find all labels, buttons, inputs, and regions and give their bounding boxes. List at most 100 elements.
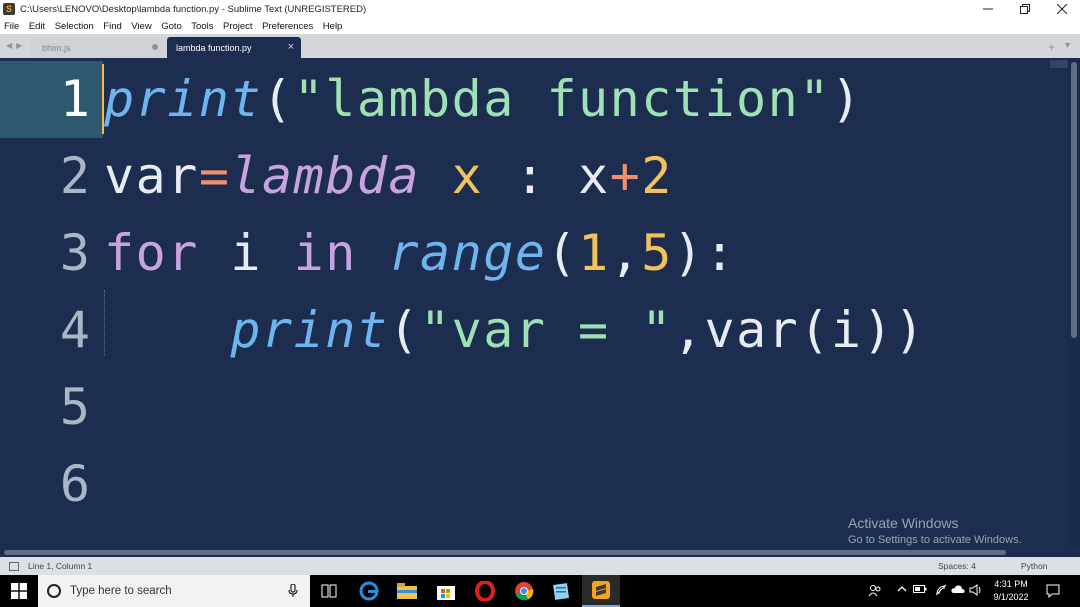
token-identifier: var xyxy=(104,147,199,205)
token-operator: = xyxy=(198,147,231,205)
menu-goto[interactable]: Goto xyxy=(161,21,182,32)
menu-selection[interactable]: Selection xyxy=(55,21,94,32)
search-placeholder: Type here to search xyxy=(70,585,172,597)
new-tab-icon[interactable]: + xyxy=(1048,40,1055,54)
tab-bhim-js[interactable]: bhim.js xyxy=(30,37,166,58)
code-line-4: print("var = ",var(i)) xyxy=(104,292,926,369)
tab-lambda-function-py[interactable]: lambda function.py × xyxy=(167,37,301,58)
volume-icon[interactable] xyxy=(969,584,983,599)
indentation-setting[interactable]: Spaces: 4 xyxy=(938,561,976,571)
store-icon[interactable] xyxy=(427,575,465,607)
tab-label: bhim.js xyxy=(42,42,71,53)
window-title: C:\Users\LENOVO\Desktop\lambda function.… xyxy=(20,3,367,15)
tab-prev-icon[interactable]: ◀ xyxy=(6,41,12,50)
horizontal-scrollbar[interactable] xyxy=(0,548,1080,557)
notification-center-icon[interactable] xyxy=(1046,584,1060,603)
watermark-title: Activate Windows xyxy=(848,515,959,531)
text-cursor xyxy=(102,64,104,134)
menu-file[interactable]: File xyxy=(4,21,19,32)
tab-bar-actions: + ▼ xyxy=(1048,40,1072,54)
microphone-icon[interactable] xyxy=(288,584,298,598)
token-paren: ( xyxy=(388,301,421,359)
syntax-setting[interactable]: Python xyxy=(1021,561,1047,571)
line-number: 5 xyxy=(59,378,90,436)
taskbar-search-box[interactable]: Type here to search xyxy=(38,575,310,607)
menu-view[interactable]: View xyxy=(131,21,151,32)
token-text: ,var(i)) xyxy=(672,301,926,359)
token-number: 1 xyxy=(578,224,610,282)
close-button[interactable] xyxy=(1043,0,1080,18)
taskbar-clock[interactable]: 4:31 PM 9/1/2022 xyxy=(983,578,1039,604)
vertical-scrollbar[interactable] xyxy=(1068,58,1080,548)
indent-guide xyxy=(104,290,105,356)
wifi-icon[interactable] xyxy=(935,584,947,599)
menu-help[interactable]: Help xyxy=(323,21,343,32)
task-view-icon[interactable] xyxy=(310,575,348,607)
windows-taskbar: Type here to search 4:31 PM 9/1/2022 xyxy=(0,575,1080,607)
tab-navigation: ◀ ▶ xyxy=(6,41,22,50)
start-button[interactable] xyxy=(0,575,38,607)
token-number: 5 xyxy=(641,224,673,282)
minimize-button[interactable] xyxy=(969,0,1006,18)
edge-icon[interactable] xyxy=(350,575,388,607)
opera-icon[interactable] xyxy=(466,575,504,607)
token-string: "var = " xyxy=(420,301,673,359)
line-number: 3 xyxy=(59,224,90,282)
token-text: : x xyxy=(483,147,610,205)
token-comma: , xyxy=(609,224,642,282)
chevron-up-icon[interactable] xyxy=(897,584,907,597)
token-keyword: in xyxy=(293,224,357,282)
menu-bar: File Edit Selection Find View Goto Tools… xyxy=(0,18,1080,34)
windows-logo-icon xyxy=(11,583,27,599)
token-text: i xyxy=(198,224,294,282)
menu-preferences[interactable]: Preferences xyxy=(262,21,313,32)
token-keyword: for xyxy=(104,224,199,282)
title-bar: S C:\Users\LENOVO\Desktop\lambda functio… xyxy=(0,0,1080,18)
token-keyword: lambda xyxy=(230,147,421,205)
code-line-3: for i in range(1,5): xyxy=(104,215,736,292)
screen: S C:\Users\LENOVO\Desktop\lambda functio… xyxy=(0,0,1080,607)
onedrive-cloud-icon[interactable] xyxy=(951,584,965,597)
file-explorer-icon[interactable] xyxy=(388,575,426,607)
chrome-icon[interactable] xyxy=(505,575,543,607)
tab-menu-icon[interactable]: ▼ xyxy=(1063,40,1072,54)
tab-label: lambda function.py xyxy=(176,42,252,53)
token-function: print xyxy=(230,301,389,359)
unsaved-dot-icon[interactable] xyxy=(152,44,158,50)
horizontal-scrollbar-thumb[interactable] xyxy=(4,550,1006,555)
window-controls xyxy=(969,0,1080,18)
token-paren: ( xyxy=(546,224,579,282)
search-icon xyxy=(47,584,61,598)
code-line-1: print("lambda function") xyxy=(104,61,862,138)
token-number: 2 xyxy=(641,147,673,205)
sublime-text-icon[interactable] xyxy=(582,575,620,607)
menu-find[interactable]: Find xyxy=(103,21,121,32)
token-function: print xyxy=(104,70,263,128)
battery-icon[interactable] xyxy=(913,584,927,597)
people-icon[interactable] xyxy=(868,584,882,601)
clock-date: 9/1/2022 xyxy=(993,592,1029,602)
notepad-icon[interactable] xyxy=(543,575,581,607)
token-paren: ) xyxy=(830,70,863,128)
minimap[interactable] xyxy=(1050,60,1070,68)
token-operator: + xyxy=(609,147,642,205)
close-icon xyxy=(1056,4,1067,14)
sublime-app-icon: S xyxy=(3,3,15,15)
line-number: 4 xyxy=(59,301,90,359)
token-paren: ( xyxy=(262,70,294,128)
menu-edit[interactable]: Edit xyxy=(29,21,45,32)
minimize-icon xyxy=(982,8,993,10)
menu-tools[interactable]: Tools xyxy=(191,21,213,32)
tab-next-icon[interactable]: ▶ xyxy=(16,41,22,50)
menu-project[interactable]: Project xyxy=(223,21,253,32)
code-line-2: var=lambda x : x+2 xyxy=(104,138,673,215)
token-parameter: x xyxy=(451,147,484,205)
vertical-scrollbar-thumb[interactable] xyxy=(1071,62,1077,338)
panel-toggle-icon[interactable] xyxy=(9,561,19,571)
tab-close-icon[interactable]: × xyxy=(288,41,294,53)
code-editor[interactable]: 1 2 3 4 5 6 print("lambda function") var… xyxy=(0,58,1080,548)
restore-button[interactable] xyxy=(1006,0,1043,18)
